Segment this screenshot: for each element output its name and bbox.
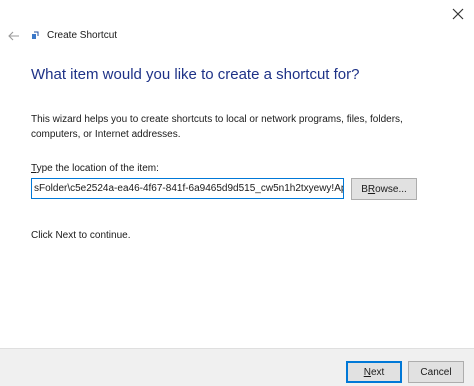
close-button[interactable] [442,0,474,28]
location-input[interactable]: sFolder\c5e2524a-ea46-4f67-841f-6a9465d9… [31,178,344,199]
wizard-description: This wizard helps you to create shortcut… [31,114,403,140]
page-heading: What item would you like to create a sho… [31,66,360,83]
back-arrow-icon [8,31,19,41]
next-label-text: ext [370,366,385,378]
browse-label-accelerator: R [367,183,376,195]
browse-button[interactable]: B Rowse... [351,178,417,200]
cancel-button[interactable]: Cancel [408,361,464,383]
shortcut-wizard-icon [32,31,39,39]
browse-label-start: B [361,183,368,195]
window-title: Create Shortcut [47,30,118,41]
wizard-footer: Next Cancel [0,348,474,386]
back-button[interactable] [6,28,22,44]
title-row: Create Shortcut [0,26,300,46]
next-button[interactable]: Next [346,361,402,383]
continue-instruction: Click Next to continue. [31,230,131,241]
create-shortcut-window: Create Shortcut What item would you like… [0,0,474,386]
location-label-text: ype the location of the item: [36,163,159,174]
location-field-label: Type the location of the item: [31,163,159,174]
close-icon [452,8,464,20]
browse-label-end: owse... [375,183,407,195]
next-label-accelerator: N [363,366,371,378]
